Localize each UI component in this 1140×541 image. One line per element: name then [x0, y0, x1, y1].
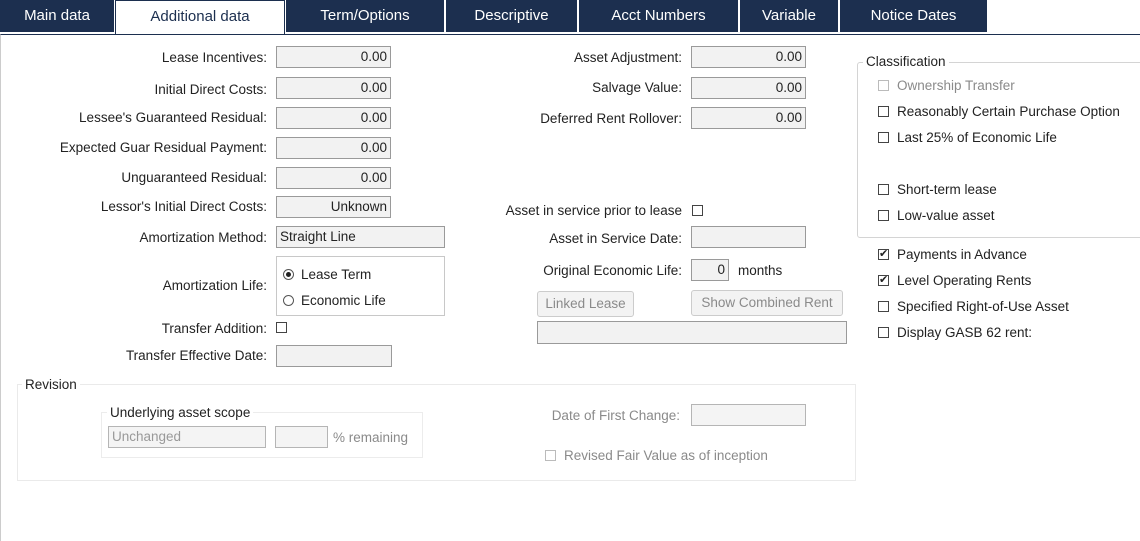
- expected-guar-residual-label: Expected Guar Residual Payment:: [59, 140, 267, 155]
- lessee-guaranteed-residual-field[interactable]: 0.00: [276, 107, 391, 129]
- lease-incentives-label: Lease Incentives:: [161, 50, 267, 65]
- salvage-value-label: Salvage Value:: [592, 80, 682, 95]
- amortization-method-field[interactable]: Straight Line: [276, 226, 445, 248]
- original-economic-life-label: Original Economic Life:: [543, 263, 682, 278]
- date-of-first-change-field[interactable]: [691, 404, 806, 426]
- display-gasb-62-label: Display GASB 62 rent:: [897, 325, 1033, 340]
- revised-fair-value-label: Revised Fair Value as of inception: [564, 448, 768, 463]
- payments-in-advance-label: Payments in Advance: [897, 247, 1027, 262]
- reasonably-certain-purchase-label: Reasonably Certain Purchase Option: [897, 104, 1120, 119]
- salvage-value-field[interactable]: 0.00: [691, 77, 806, 99]
- display-gasb-62-checkbox[interactable]: [878, 327, 889, 338]
- lessor-initial-direct-costs-field[interactable]: Unknown: [276, 196, 391, 218]
- economic-life-radio[interactable]: [283, 295, 294, 306]
- tab-variable[interactable]: Variable: [740, 0, 839, 32]
- short-term-lease-label: Short-term lease: [897, 182, 997, 197]
- date-of-first-change-label: Date of First Change:: [551, 408, 680, 423]
- level-operating-rents-label: Level Operating Rents: [897, 273, 1032, 288]
- linked-lease-field[interactable]: [537, 321, 847, 344]
- deferred-rent-rollover-field[interactable]: 0.00: [691, 107, 806, 129]
- low-value-asset-label: Low-value asset: [897, 208, 995, 223]
- specified-rou-asset-label: Specified Right-of-Use Asset: [897, 299, 1069, 314]
- lease-term-radio[interactable]: [283, 269, 294, 280]
- specified-rou-asset-checkbox[interactable]: [878, 301, 889, 312]
- ownership-transfer-label: Ownership Transfer: [897, 78, 1015, 93]
- classification-title: Classification: [863, 54, 949, 69]
- short-term-lease-checkbox[interactable]: [878, 184, 889, 195]
- asset-in-service-prior-checkbox[interactable]: [692, 205, 703, 216]
- reasonably-certain-purchase-checkbox[interactable]: [878, 106, 889, 117]
- tab-notice-dates[interactable]: Notice Dates: [840, 0, 988, 32]
- initial-direct-costs-field[interactable]: 0.00: [276, 77, 391, 99]
- lessor-initial-direct-costs-label: Lessor's Initial Direct Costs:: [100, 199, 267, 214]
- asset-in-service-date-field[interactable]: [691, 226, 806, 248]
- unguaranteed-residual-field[interactable]: 0.00: [276, 167, 391, 189]
- initial-direct-costs-label: Initial Direct Costs:: [154, 82, 267, 97]
- amortization-life-label: Amortization Life:: [162, 278, 267, 293]
- lease-incentives-field[interactable]: 0.00: [276, 46, 391, 68]
- amortization-method-label: Amortization Method:: [139, 230, 267, 245]
- deferred-rent-rollover-label: Deferred Rent Rollover:: [540, 111, 682, 126]
- underlying-asset-scope-field[interactable]: Unchanged: [108, 426, 266, 448]
- transfer-addition-checkbox[interactable]: [276, 322, 287, 333]
- original-economic-life-field[interactable]: 0: [691, 259, 729, 281]
- lease-term-label: Lease Term: [301, 267, 372, 282]
- underlying-asset-scope-title: Underlying asset scope: [107, 405, 254, 420]
- percent-remaining-field[interactable]: [275, 426, 328, 448]
- economic-life-label: Economic Life: [301, 293, 386, 308]
- last-25-percent-label: Last 25% of Economic Life: [897, 130, 1057, 145]
- tab-descriptive[interactable]: Descriptive: [446, 0, 578, 32]
- show-combined-rent-button[interactable]: Show Combined Rent: [691, 290, 843, 316]
- transfer-addition-label: Transfer Addition:: [161, 321, 267, 336]
- transfer-effective-date-field[interactable]: [276, 345, 392, 367]
- level-operating-rents-checkbox[interactable]: ✔: [878, 275, 889, 286]
- last-25-percent-checkbox[interactable]: [878, 132, 889, 143]
- tab-acct-numbers[interactable]: Acct Numbers: [579, 0, 739, 32]
- tab-bar: Main data Additional data Term/Options D…: [0, 0, 1140, 34]
- asset-adjustment-label: Asset Adjustment:: [573, 50, 682, 65]
- ownership-transfer-checkbox[interactable]: [878, 80, 889, 91]
- tab-additional-data[interactable]: Additional data: [115, 0, 285, 34]
- revised-fair-value-checkbox[interactable]: [545, 450, 556, 461]
- asset-adjustment-field[interactable]: 0.00: [691, 46, 806, 68]
- unguaranteed-residual-label: Unguaranteed Residual:: [121, 170, 267, 185]
- tab-term-options[interactable]: Term/Options: [286, 0, 445, 32]
- low-value-asset-checkbox[interactable]: [878, 210, 889, 221]
- expected-guar-residual-field[interactable]: 0.00: [276, 137, 391, 159]
- percent-remaining-label: % remaining: [333, 430, 409, 445]
- linked-lease-button[interactable]: Linked Lease: [537, 291, 634, 317]
- lessee-guaranteed-residual-label: Lessee's Guaranteed Residual:: [79, 110, 267, 125]
- transfer-effective-date-label: Transfer Effective Date:: [125, 348, 267, 363]
- months-unit-label: months: [738, 263, 783, 278]
- tab-main-data[interactable]: Main data: [0, 0, 115, 32]
- revision-title: Revision: [22, 377, 80, 392]
- asset-in-service-date-label: Asset in Service Date:: [549, 231, 682, 246]
- asset-in-service-prior-label: Asset in service prior to lease: [505, 203, 682, 218]
- payments-in-advance-checkbox[interactable]: ✔: [878, 249, 889, 260]
